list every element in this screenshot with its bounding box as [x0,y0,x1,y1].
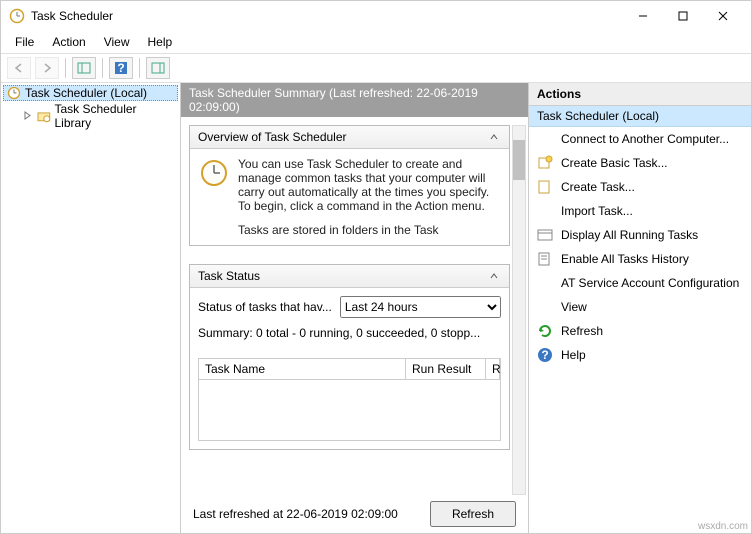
scroll-thumb[interactable] [513,140,525,180]
toolbar-panel-button[interactable] [72,57,96,79]
expand-icon[interactable] [23,109,33,123]
actions-header: Actions [529,83,751,106]
menubar: File Action View Help [1,31,751,53]
toolbar-separator [102,58,103,78]
task-status-title: Task Status [198,269,260,283]
overview-body: You can use Task Scheduler to create and… [190,149,509,245]
summary-header: Task Scheduler Summary (Last refreshed: … [181,83,528,117]
action-label: Refresh [561,324,603,338]
menu-file[interactable]: File [7,33,42,51]
task-status-header[interactable]: Task Status [190,265,509,288]
folder-clock-icon [37,109,51,123]
action-create-basic[interactable]: Create Basic Task... [529,151,751,175]
clock-icon [200,159,228,187]
config-icon [537,275,553,291]
watermark: wsxdn.com [698,521,748,532]
status-filter-row: Status of tasks that hav... Last 24 hour… [198,296,501,318]
toolbar-layout-button[interactable] [146,57,170,79]
task-grid: Task Name Run Result R [198,358,501,441]
action-help[interactable]: ? Help [529,343,751,367]
action-label: Help [561,348,586,362]
tree-node-root[interactable]: Task Scheduler (Local) [3,85,178,101]
col-r[interactable]: R [486,359,500,379]
tree-node-library[interactable]: Task Scheduler Library [19,101,178,131]
import-icon [537,203,553,219]
forward-button[interactable] [35,57,59,79]
actions-pane: Actions Task Scheduler (Local) Connect t… [529,83,751,533]
overview-panel: Overview of Task Scheduler You can use T… [189,125,510,246]
clock-icon [7,86,21,100]
status-label: Status of tasks that hav... [198,300,332,314]
action-refresh[interactable]: Refresh [529,319,751,343]
task-scheduler-window: Task Scheduler File Action View Help ? T… [0,0,752,534]
center-content: Overview of Task Scheduler You can use T… [181,117,528,495]
action-label: Import Task... [561,204,633,218]
grid-body [199,380,500,440]
action-create-task[interactable]: Create Task... [529,175,751,199]
svg-text:?: ? [117,61,124,75]
action-label: Enable All Tasks History [561,252,689,266]
titlebar: Task Scheduler [1,1,751,31]
action-import[interactable]: Import Task... [529,199,751,223]
menu-help[interactable]: Help [140,33,181,51]
col-task-name[interactable]: Task Name [199,359,406,379]
view-icon [537,299,553,315]
tree-label-root: Task Scheduler (Local) [25,86,147,100]
action-label: View [561,300,587,314]
close-button[interactable] [703,4,743,28]
connect-icon [537,131,553,147]
footer: Last refreshed at 22-06-2019 02:09:00 Re… [181,495,528,533]
action-view[interactable]: View [529,295,751,319]
scrollbar[interactable] [512,125,526,495]
action-label: Display All Running Tasks [561,228,698,242]
task-icon [537,179,553,195]
overview-text: You can use Task Scheduler to create and… [238,157,501,213]
refresh-button[interactable]: Refresh [430,501,516,527]
action-label: Create Basic Task... [561,156,668,170]
toolbar-separator [139,58,140,78]
action-display-running[interactable]: Display All Running Tasks [529,223,751,247]
last-refreshed-label: Last refreshed at 22-06-2019 02:09:00 [193,507,398,521]
main-body: Task Scheduler (Local) Task Scheduler Li… [1,83,751,533]
running-icon [537,227,553,243]
svg-text:?: ? [541,348,548,362]
maximize-button[interactable] [663,4,703,28]
toolbar: ? [1,53,751,83]
center-pane: Task Scheduler Summary (Last refreshed: … [181,83,529,533]
toolbar-help-button[interactable]: ? [109,57,133,79]
overview-title: Overview of Task Scheduler [198,130,347,144]
back-button[interactable] [7,57,31,79]
action-label: Connect to Another Computer... [561,132,729,146]
col-run-result[interactable]: Run Result [406,359,486,379]
action-label: Create Task... [561,180,635,194]
minimize-button[interactable] [623,4,663,28]
overview-header[interactable]: Overview of Task Scheduler [190,126,509,149]
app-icon [9,8,25,24]
menu-view[interactable]: View [96,33,138,51]
task-status-body: Status of tasks that hav... Last 24 hour… [190,288,509,449]
action-connect[interactable]: Connect to Another Computer... [529,127,751,151]
action-enable-history[interactable]: Enable All Tasks History [529,247,751,271]
grid-header: Task Name Run Result R [199,359,500,380]
actions-group: Task Scheduler (Local) [529,106,751,127]
overview-text-2: Tasks are stored in folders in the Task [238,223,501,237]
menu-action[interactable]: Action [44,33,93,51]
task-status-panel: Task Status Status of tasks that hav... … [189,264,510,450]
chevron-up-icon[interactable] [487,269,501,283]
tree-pane: Task Scheduler (Local) Task Scheduler Li… [1,83,181,533]
toolbar-separator [65,58,66,78]
history-icon [537,251,553,267]
tree-label-library: Task Scheduler Library [55,102,175,130]
wizard-icon [537,155,553,171]
window-title: Task Scheduler [31,9,623,23]
status-period-select[interactable]: Last 24 hours [340,296,501,318]
refresh-icon [537,323,553,339]
action-label: AT Service Account Configuration [561,276,739,290]
chevron-up-icon[interactable] [487,130,501,144]
help-icon: ? [537,347,553,363]
action-at-service[interactable]: AT Service Account Configuration [529,271,751,295]
summary-line: Summary: 0 total - 0 running, 0 succeede… [198,326,501,340]
window-controls [623,4,743,28]
